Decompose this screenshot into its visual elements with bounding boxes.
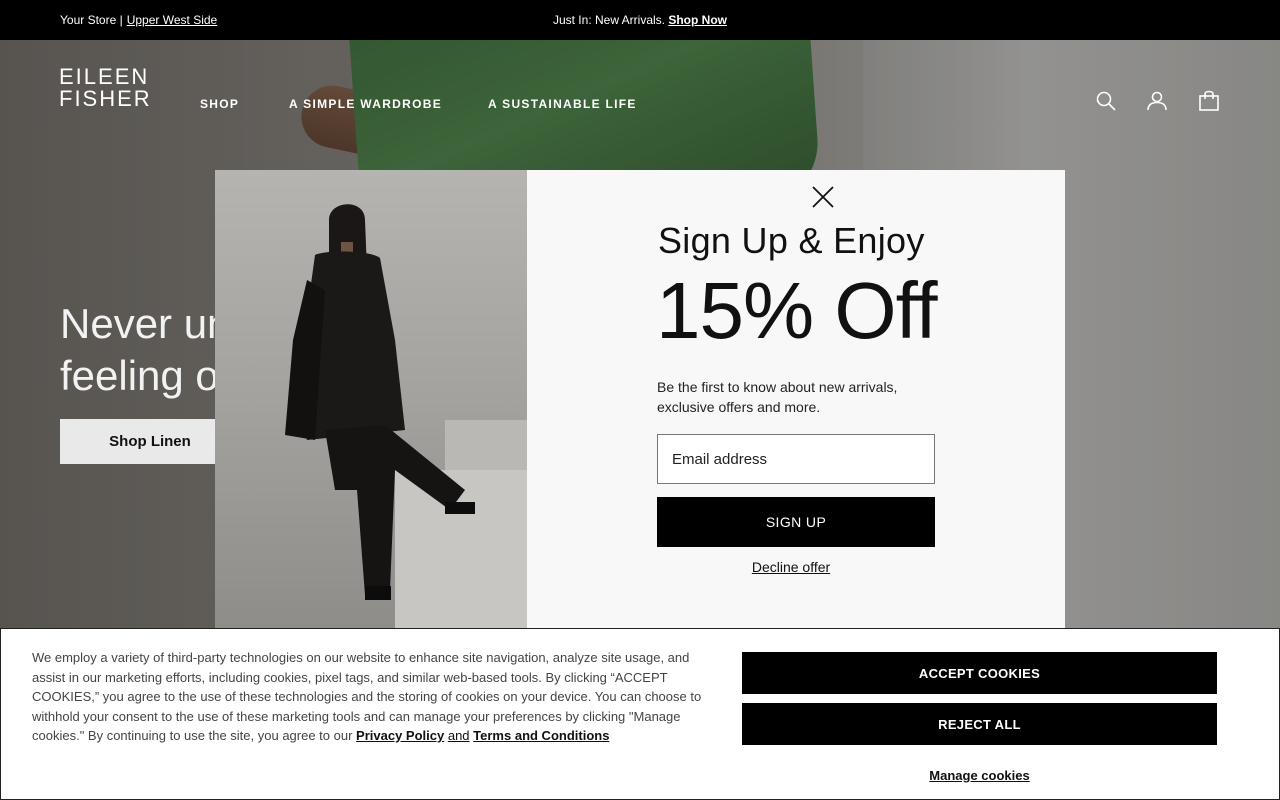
nav-simple-wardrobe[interactable]: A SIMPLE WARDROBE <box>289 97 442 111</box>
shopping-bag-icon[interactable] <box>1197 89 1221 113</box>
terms-link[interactable]: Terms and Conditions <box>473 728 609 743</box>
logo-line-2: FISHER <box>59 86 152 111</box>
cookie-text: We employ a variety of third-party techn… <box>32 648 712 746</box>
modal-offer: 15% Off <box>656 266 938 355</box>
manage-cookies-link[interactable]: Manage cookies <box>742 768 1217 783</box>
shop-linen-button[interactable]: Shop Linen <box>60 419 240 464</box>
announcement-bar: Your Store | Upper West Side Just In: New… <box>0 0 1280 40</box>
logo-line-1: EILEEN <box>59 64 150 89</box>
and-link-text[interactable]: and <box>448 728 470 743</box>
email-field[interactable] <box>657 434 935 484</box>
signup-modal <box>215 170 1065 628</box>
close-modal-button[interactable] <box>810 184 836 210</box>
close-icon <box>812 186 834 208</box>
nav-shop[interactable]: SHOP <box>200 97 239 111</box>
account-icon[interactable] <box>1145 89 1169 113</box>
modal-heading: Sign Up & Enjoy <box>658 220 925 261</box>
nav-sustainable-life[interactable]: A SUSTAINABLE LIFE <box>488 97 637 111</box>
decline-offer-link[interactable]: Decline offer <box>657 559 925 575</box>
promo-text: Just In: New Arrivals. <box>552 13 665 27</box>
promo-shop-now-link[interactable]: Shop Now <box>668 13 727 27</box>
modal-model-image <box>215 170 527 628</box>
privacy-policy-link[interactable]: Privacy Policy <box>356 728 444 743</box>
search-icon[interactable] <box>1094 89 1118 113</box>
accept-cookies-button[interactable]: ACCEPT COOKIES <box>742 652 1217 694</box>
cookie-banner: We employ a variety of third-party techn… <box>0 628 1280 800</box>
reject-all-button[interactable]: REJECT ALL <box>742 703 1217 745</box>
brand-logo[interactable]: EILEEN FISHER <box>59 66 152 110</box>
promo-message: Just In: New Arrivals. Shop Now <box>0 13 1280 27</box>
modal-description: Be the first to know about new arrivals,… <box>657 379 898 415</box>
model-figure <box>285 204 475 600</box>
sign-up-button[interactable]: SIGN UP <box>657 497 935 547</box>
